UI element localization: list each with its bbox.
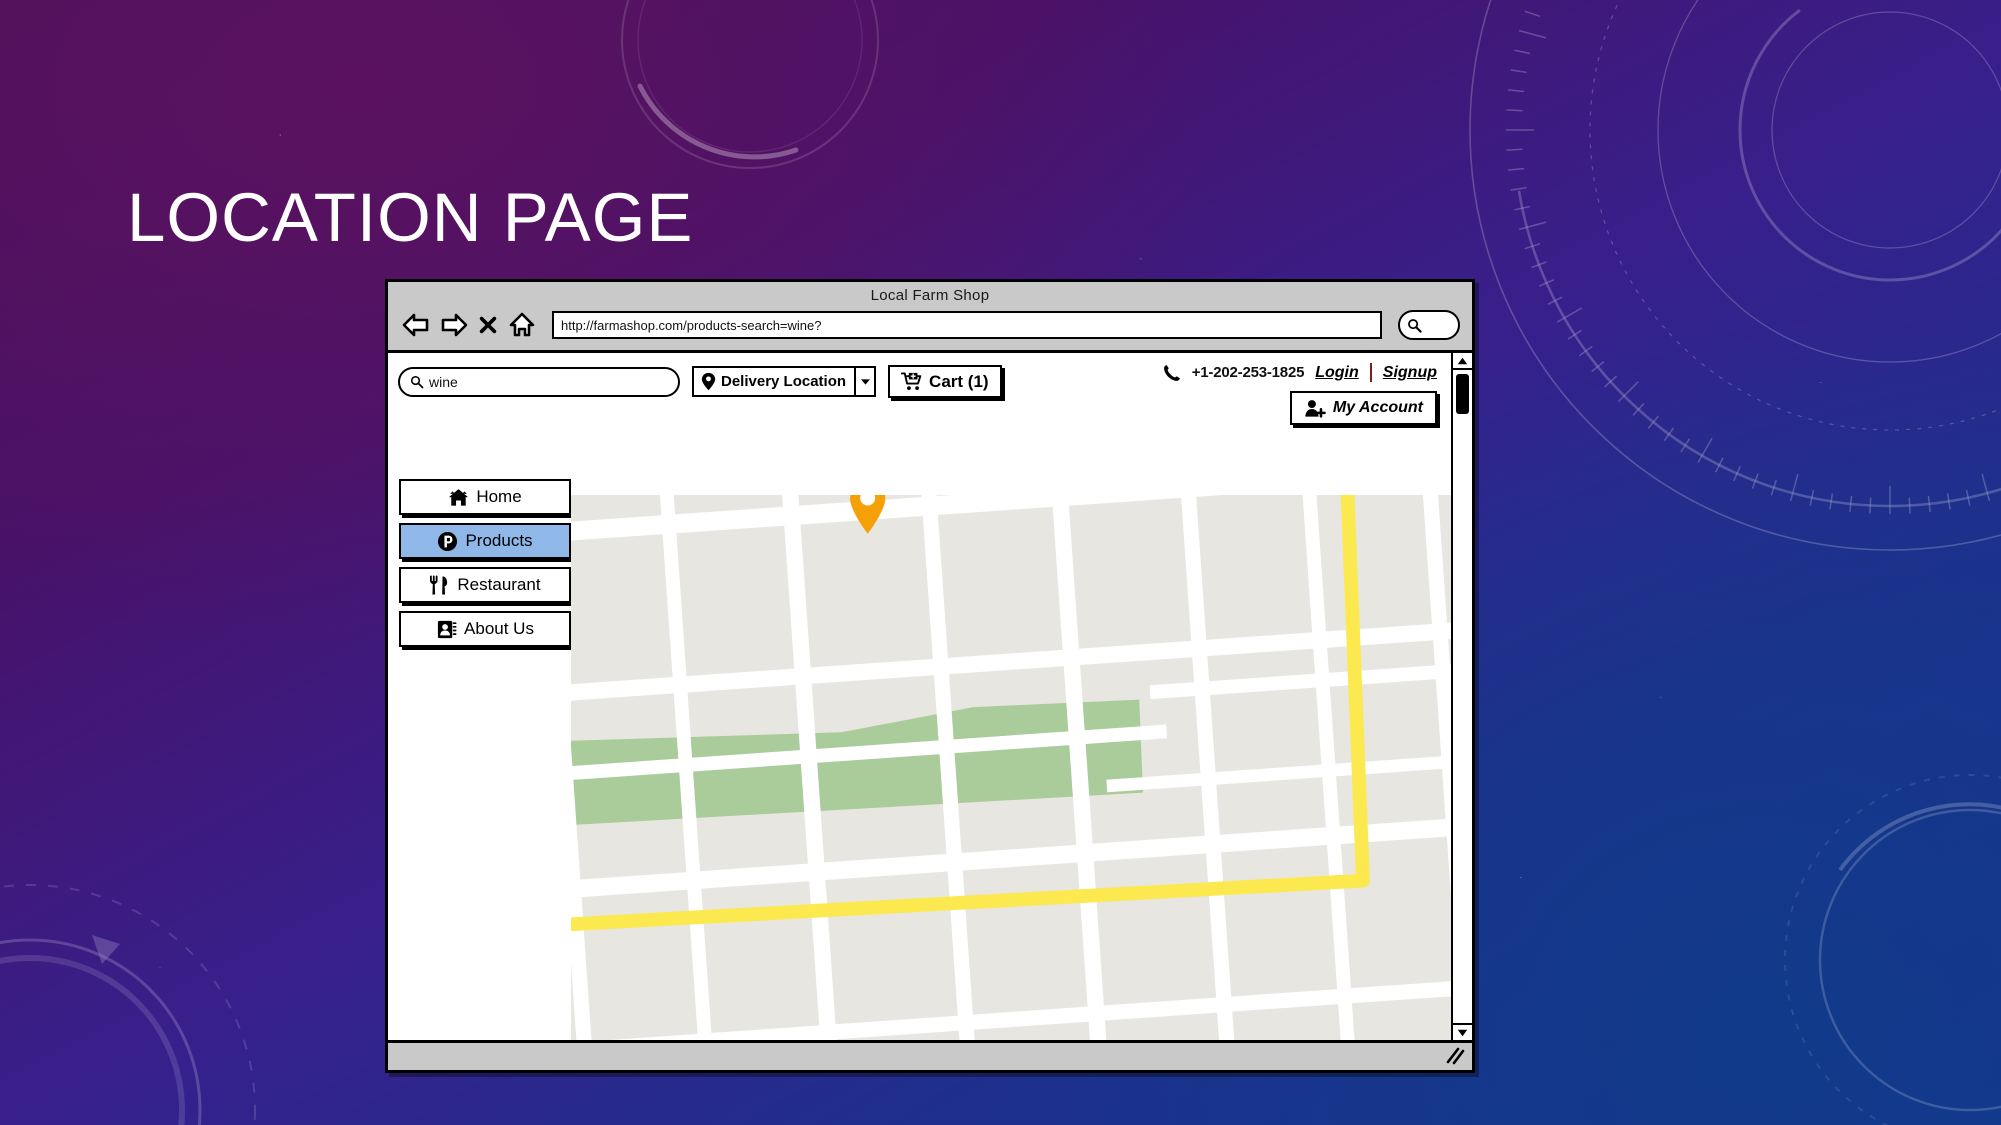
window-title: Local Farm Shop <box>870 287 990 304</box>
status-bar <box>388 1040 1472 1070</box>
fork-knife-icon <box>430 575 448 594</box>
chevron-down-icon[interactable] <box>854 368 874 395</box>
browser-chrome: Local Farm Shop http://farmashop.com/pro… <box>388 282 1472 353</box>
contact-row: +1-202-253-1825 Login Signup <box>1163 363 1437 382</box>
back-arrow-icon[interactable] <box>402 312 430 338</box>
scrollbar-thumb[interactable] <box>1456 374 1469 414</box>
page-title: LOCATION PAGE <box>127 179 694 256</box>
login-link[interactable]: Login <box>1315 364 1359 382</box>
scrollbar-up-arrow[interactable] <box>1453 353 1472 370</box>
sidebar-item-label: Restaurant <box>457 575 541 594</box>
map-canvas[interactable] <box>571 495 1451 1040</box>
resize-grip-icon[interactable] <box>1445 1047 1465 1065</box>
cart-button[interactable]: Cart (1) <box>888 365 1002 398</box>
home-icon <box>449 488 469 506</box>
triangle-up-icon <box>1457 357 1468 364</box>
triangle-down-icon <box>1457 1029 1468 1036</box>
browser-window: Local Farm Shop http://farmashop.com/pro… <box>385 279 1475 1073</box>
sidebar-item-label: Home <box>476 487 522 506</box>
sidebar-item-about-us[interactable]: About Us <box>399 611 571 647</box>
sidebar-item-home[interactable]: Home <box>399 479 571 515</box>
site-header-right: +1-202-253-1825 Login Signup My Account <box>1163 363 1437 425</box>
phone-icon <box>1163 364 1180 381</box>
browser-search-box[interactable] <box>1398 310 1460 340</box>
stop-x-icon[interactable] <box>478 312 498 338</box>
user-add-icon <box>1305 399 1326 418</box>
page-area: wine Delivery Location Cart (1) +1-202-2… <box>388 353 1472 1040</box>
map-viewport[interactable] <box>571 471 1451 1040</box>
search-input-value: wine <box>429 373 458 390</box>
auth-divider <box>1369 363 1372 382</box>
browser-toolbar: http://farmashop.com/products-search=win… <box>388 306 1472 350</box>
search-icon <box>1408 318 1422 333</box>
my-account-button[interactable]: My Account <box>1289 391 1437 425</box>
page-scroll-container: wine Delivery Location Cart (1) +1-202-2… <box>388 353 1451 1040</box>
signup-link[interactable]: Signup <box>1383 364 1437 382</box>
scrollbar-down-arrow[interactable] <box>1453 1023 1472 1040</box>
shopping-cart-add-icon <box>901 372 922 391</box>
delivery-location-dropdown[interactable]: Delivery Location <box>692 366 877 397</box>
site-header: wine Delivery Location Cart (1) +1-202-2… <box>388 353 1451 471</box>
sidebar-item-products[interactable]: Products <box>399 523 571 559</box>
url-text: http://farmashop.com/products-search=win… <box>561 317 822 333</box>
search-icon <box>410 375 424 388</box>
url-bar[interactable]: http://farmashop.com/products-search=win… <box>552 311 1382 339</box>
vertical-scrollbar[interactable] <box>1451 353 1472 1040</box>
contact-card-icon <box>437 620 457 638</box>
sidebar: Home Products Restaurant About Us <box>388 471 571 1040</box>
cart-label: Cart (1) <box>929 371 989 391</box>
sidebar-item-label: Products <box>465 531 533 550</box>
delivery-location-label: Delivery Location <box>721 373 847 390</box>
content-row: Home Products Restaurant About Us <box>388 471 1451 1040</box>
search-input[interactable]: wine <box>398 366 680 397</box>
my-account-label: My Account <box>1332 399 1423 416</box>
forward-arrow-icon[interactable] <box>440 312 468 338</box>
parking-p-icon <box>438 531 458 551</box>
phone-number: +1-202-253-1825 <box>1191 364 1305 381</box>
home-icon[interactable] <box>508 312 536 338</box>
scrollbar-track[interactable] <box>1453 370 1472 1023</box>
sidebar-item-label: About Us <box>464 619 534 638</box>
sidebar-item-restaurant[interactable]: Restaurant <box>399 567 571 603</box>
delivery-location-label-wrap: Delivery Location <box>694 372 854 391</box>
map-pin-icon <box>701 372 716 391</box>
